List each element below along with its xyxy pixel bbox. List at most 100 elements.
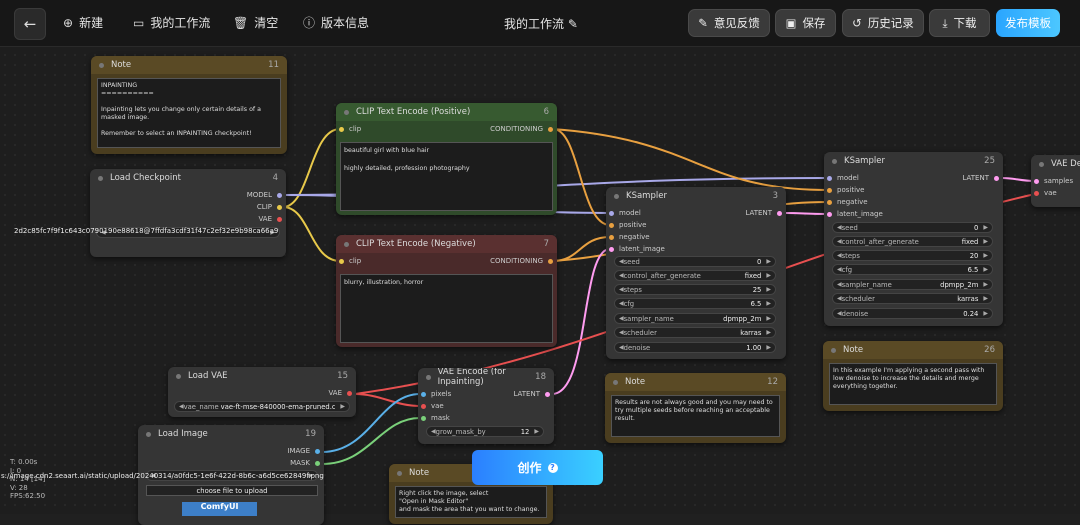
feedback-button[interactable]: ✎ 意见反馈 <box>688 9 770 37</box>
node-title: Load Checkpoint <box>110 173 181 183</box>
render-stats: T: 0.00s I: 0 N: 14 [14] V: 28 FPS:62.50 <box>10 458 46 500</box>
sampler-name-widget[interactable]: ◀ sampler_name dpmpp_2m ▶ <box>832 279 993 290</box>
input-model[interactable]: model <box>827 174 859 182</box>
top-toolbar: ← ⊕ 新建 ▭ 我的工作流 🗑 清空 ⓘ 版本信息 我的工作流 ✎ ✎ 意见反馈 ▣ 保存… <box>0 0 1080 47</box>
my-workflows-button[interactable]: ▭ 我的工作流 <box>133 14 210 31</box>
version-info-button[interactable]: ⓘ 版本信息 <box>303 14 369 31</box>
input-clip[interactable]: clip <box>339 257 361 265</box>
note-node-12[interactable]: Note 12 Results are not always good and y… <box>605 373 786 443</box>
cfg-widget[interactable]: ◀ cfg 6.5 ▶ <box>832 264 993 275</box>
load-vae-node[interactable]: Load VAE 15 VAE ◀ vae_name vae-ft-mse-84000… <box>168 367 356 417</box>
node-title: Load VAE <box>188 371 228 381</box>
create-label: 创作 <box>517 461 542 475</box>
prompt-textarea[interactable]: beautiful girl with blue hair highly det… <box>340 142 553 211</box>
output-conditioning[interactable]: CONDITIONING <box>490 257 553 265</box>
edit-pencil-icon[interactable]: ✎ <box>568 17 578 31</box>
note-node-26[interactable]: Note 26 In this example I'm applying a se… <box>823 341 1003 411</box>
save-button[interactable]: ▣ 保存 <box>775 9 836 37</box>
cfg-widget[interactable]: ◀ cfg 6.5 ▶ <box>614 298 776 309</box>
clip-text-encode-negative-node[interactable]: CLIP Text Encode (Negative) 7 clip CONDIT… <box>336 235 557 347</box>
node-canvas[interactable]: Note 11 INPAINTING ========== Inpainting … <box>0 0 1080 525</box>
download-icon: ⤓ <box>942 15 948 30</box>
ksampler-node-25[interactable]: KSampler 25 model positive negative laten… <box>824 152 1003 326</box>
input-positive[interactable]: positive <box>827 186 864 194</box>
output-vae[interactable]: VAE <box>258 215 282 223</box>
control-after-generate-widget[interactable]: ◀ control_after_generate fixed ▶ <box>832 236 993 247</box>
input-vae[interactable]: vae <box>1034 189 1057 197</box>
clear-button[interactable]: 🗑 清空 <box>233 14 278 31</box>
help-icon: ? <box>547 462 558 473</box>
note-text[interactable]: Results are not always good and you may … <box>611 395 780 437</box>
ckpt-name-text: 2d2c85fc7f9f1c643c0790190e88618@7ffdfa3c… <box>14 227 279 235</box>
seed-widget[interactable]: ◀ seed 0 ▶ <box>832 222 993 233</box>
trash-icon: 🗑 <box>233 15 249 30</box>
save-icon: ▣ <box>785 16 797 30</box>
input-pixels[interactable]: pixels <box>421 390 451 398</box>
node-title: Load Image <box>158 429 208 439</box>
seed-widget[interactable]: ◀ seed 0 ▶ <box>614 256 776 267</box>
back-button[interactable]: ← <box>14 8 46 40</box>
download-button[interactable]: ⤓ 下载 <box>929 9 990 37</box>
ksampler-node-3[interactable]: KSampler 3 model positive negative latent… <box>606 187 786 359</box>
vae-decode-node[interactable]: VAE De samples vae <box>1031 155 1080 207</box>
workflow-title[interactable]: 我的工作流 ✎ <box>504 15 578 32</box>
history-icon: ↺ <box>852 16 862 30</box>
node-title: Note <box>625 377 646 387</box>
output-clip[interactable]: CLIP <box>257 203 282 211</box>
node-title: Note <box>843 345 864 355</box>
output-mask[interactable]: MASK <box>290 459 320 467</box>
steps-widget[interactable]: ◀ steps 25 ▶ <box>614 284 776 295</box>
note-text[interactable]: In this example I'm applying a second pa… <box>829 363 997 405</box>
feedback-icon: ✎ <box>698 16 708 30</box>
scheduler-widget[interactable]: ◀ scheduler karras ▶ <box>614 327 776 338</box>
input-vae[interactable]: vae <box>421 402 444 410</box>
create-button[interactable]: 创作 ? <box>472 450 603 485</box>
output-latent[interactable]: LATENT <box>745 209 782 217</box>
denoise-widget[interactable]: ◀ denoise 0.24 ▶ <box>832 308 993 319</box>
input-latent-image[interactable]: latent_image <box>609 245 665 253</box>
output-model[interactable]: MODEL <box>247 191 282 199</box>
note-text[interactable]: INPAINTING ========== Inpainting lets yo… <box>97 78 281 148</box>
folder-icon: ▭ <box>133 15 145 30</box>
steps-widget[interactable]: ◀ steps 20 ▶ <box>832 250 993 261</box>
node-title: Note <box>111 60 132 70</box>
note-text[interactable]: Right click the image, select "Open in M… <box>395 486 547 518</box>
input-negative[interactable]: negative <box>827 198 868 206</box>
load-checkpoint-node[interactable]: Load Checkpoint 4 MODEL CLIP VAE ◀ ▶ <box>90 169 286 257</box>
input-model[interactable]: model <box>609 209 641 217</box>
history-button[interactable]: ↺ 历史记录 <box>842 9 924 37</box>
node-title: CLIP Text Encode (Negative) <box>356 239 476 249</box>
node-title: KSampler <box>844 156 885 166</box>
output-latent[interactable]: LATENT <box>513 390 550 398</box>
input-negative[interactable]: negative <box>609 233 650 241</box>
node-title: KSampler <box>626 191 667 201</box>
input-latent-image[interactable]: latent_image <box>827 210 883 218</box>
publish-template-button[interactable]: 发布模板 <box>996 9 1060 37</box>
scheduler-widget[interactable]: ◀ scheduler karras ▶ <box>832 293 993 304</box>
vae-encode-inpainting-node[interactable]: VAE Encode (for Inpainting) 18 pixels vae… <box>418 368 554 444</box>
input-mask[interactable]: mask <box>421 414 450 422</box>
sampler-name-widget[interactable]: ◀ sampler_name dpmpp_2m ▶ <box>614 313 776 324</box>
control-after-generate-widget[interactable]: ◀ control_after_generate fixed ▶ <box>614 270 776 281</box>
choose-file-button[interactable]: choose file to upload <box>146 485 318 496</box>
note-node-11[interactable]: Note 11 INPAINTING ========== Inpainting … <box>91 56 287 154</box>
arrow-left-icon: ← <box>23 15 37 33</box>
vae-name-widget[interactable]: ◀ vae_name vae-ft-mse-840000-ema-pruned.ck… <box>174 401 350 412</box>
plus-circle-icon: ⊕ <box>63 15 74 30</box>
node-title: VAE Encode (for Inpainting) <box>437 368 506 387</box>
input-positive[interactable]: positive <box>609 221 646 229</box>
new-button[interactable]: ⊕ 新建 <box>63 14 103 31</box>
output-image[interactable]: IMAGE <box>287 447 320 455</box>
denoise-widget[interactable]: ◀ denoise 1.00 ▶ <box>614 342 776 353</box>
input-samples[interactable]: samples <box>1034 177 1073 185</box>
prompt-textarea[interactable]: blurry, illustration, horror <box>340 274 553 343</box>
output-conditioning[interactable]: CONDITIONING <box>490 125 553 133</box>
input-clip[interactable]: clip <box>339 125 361 133</box>
output-latent[interactable]: LATENT <box>962 174 999 182</box>
node-title: VAE De <box>1051 159 1080 169</box>
clip-text-encode-positive-node[interactable]: CLIP Text Encode (Positive) 6 clip CONDIT… <box>336 103 557 215</box>
node-title: Note <box>409 468 430 478</box>
grow-mask-widget[interactable]: ◀ grow_mask_by 12 ▶ <box>426 426 544 437</box>
info-icon: ⓘ <box>303 16 316 30</box>
output-vae[interactable]: VAE <box>328 389 352 397</box>
